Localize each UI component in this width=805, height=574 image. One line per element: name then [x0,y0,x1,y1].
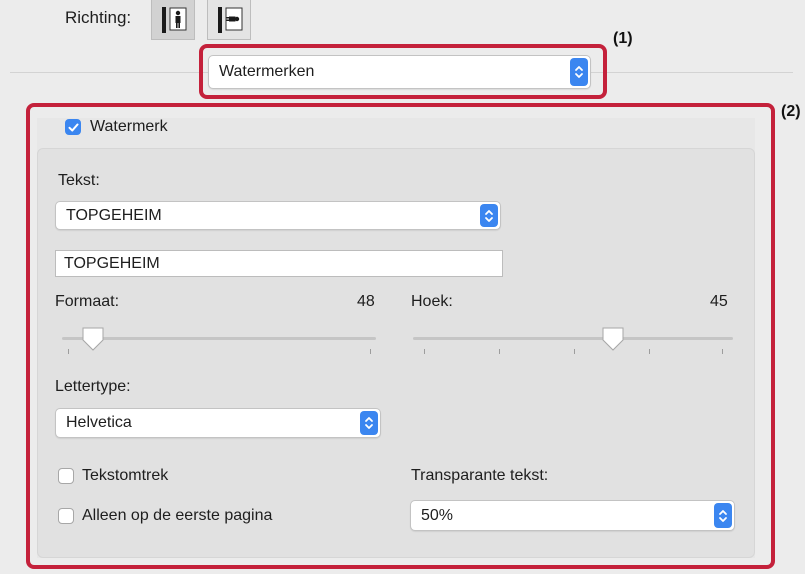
section-select-value: Watermerken [219,63,315,80]
landscape-icon [218,7,243,33]
callout-2-label: (2) [781,103,801,120]
section-select[interactable]: Watermerken [208,55,591,89]
chevron-up-down-icon [575,66,583,78]
portrait-icon [162,7,187,33]
section-select-stepper [570,58,588,86]
orientation-label: Richting: [65,8,132,27]
landscape-orientation-button[interactable] [207,0,251,40]
callout-1-label: (1) [613,30,633,47]
portrait-orientation-button[interactable] [151,0,195,40]
callout-2-frame [26,103,775,569]
